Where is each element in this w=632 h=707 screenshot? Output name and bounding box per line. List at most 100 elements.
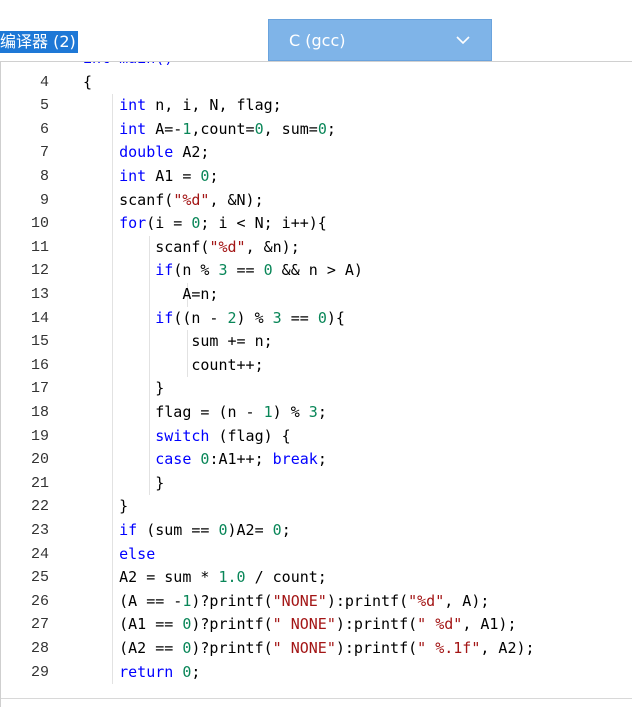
code-text: int n, i, N, flag; xyxy=(83,94,282,118)
compiler-window: 编译器 (2) C (gcc) 3int main()4{5 int n, i,… xyxy=(0,0,632,707)
code-token: :A1++; xyxy=(209,450,273,469)
code-token: A2 = sum * xyxy=(83,568,219,587)
code-line: 27 (A1 == 0)?printf(" NONE"):printf(" %d… xyxy=(1,613,632,637)
line-number: 21 xyxy=(30,474,49,492)
code-token: } xyxy=(83,379,165,398)
line-number: 16 xyxy=(30,356,49,374)
code-token: } xyxy=(83,473,165,492)
code-token: int xyxy=(119,119,147,138)
code-text: for(i = 0; i < N; i++){ xyxy=(83,212,327,236)
code-text: return 0; xyxy=(83,661,200,685)
code-line: 13 A=n; xyxy=(1,283,632,307)
code-line: 19 switch (flag) { xyxy=(1,425,632,449)
code-editor[interactable]: 3int main()4{5 int n, i, N, flag;6 int A… xyxy=(0,61,632,707)
code-token: scanf( xyxy=(83,237,210,256)
code-token: )A2= xyxy=(227,521,273,539)
code-token: ; xyxy=(209,167,219,185)
code-line: 20 case 0:A1++; break; xyxy=(1,448,632,472)
code-token: A=- xyxy=(146,119,183,138)
code-token: 1.0 xyxy=(218,568,246,587)
code-token: { xyxy=(83,72,93,91)
line-number: 25 xyxy=(30,569,49,587)
code-text: sum += n; xyxy=(83,330,272,354)
line-number: 8 xyxy=(39,168,49,185)
line-number: 10 xyxy=(30,215,49,233)
code-token: , A2); xyxy=(480,639,535,657)
code-token: ; xyxy=(281,521,291,539)
code-token: ):printf( xyxy=(335,639,418,657)
line-number: 24 xyxy=(30,545,49,563)
code-text: if((n - 2) % 3 == 0){ xyxy=(83,307,345,331)
code-token: (n % xyxy=(173,261,219,280)
code-token: ) % xyxy=(272,403,309,421)
code-line: 3 int main() xyxy=(1,62,632,71)
code-line: 12 if(n % 3 == 0 && n > A) xyxy=(1,259,632,283)
code-token: " %d" xyxy=(417,615,463,634)
code-token: flag = (n - xyxy=(83,403,264,421)
code-text: if (sum == 0)A2= 0; xyxy=(83,519,291,543)
code-text: (A2 == 0)?printf(" NONE"):printf(" %.1f"… xyxy=(83,637,535,661)
code-token: A=n; xyxy=(83,285,219,303)
code-token: 0 xyxy=(272,521,282,539)
code-token: ; xyxy=(317,403,327,421)
code-token: ; i < N; i++){ xyxy=(200,214,327,233)
line-number: 29 xyxy=(30,663,49,681)
code-token: 0 xyxy=(254,119,264,138)
code-token: switch xyxy=(155,426,210,445)
code-text: (A == -1)?printf("NONE"):printf("%d", A)… xyxy=(83,590,489,614)
code-token: A1 = xyxy=(146,167,201,185)
line-number: 28 xyxy=(30,640,49,657)
code-line: 18 flag = (n - 1) % 3; xyxy=(1,401,632,425)
code-token: int main() xyxy=(83,62,173,67)
code-text: } xyxy=(83,472,164,496)
line-number: 5 xyxy=(39,97,49,115)
line-number: 6 xyxy=(39,120,49,138)
code-token: "NONE" xyxy=(272,591,327,610)
code-token: == xyxy=(281,308,318,327)
compiler-label: 编译器 (2) xyxy=(0,31,78,53)
code-line: 15 sum += n; xyxy=(1,330,632,354)
code-token: case xyxy=(155,450,192,469)
code-line: 11 scanf("%d", &n); xyxy=(1,236,632,260)
code-text: count++; xyxy=(83,354,264,378)
code-token: 3 xyxy=(272,308,282,327)
code-token: ; xyxy=(191,662,201,681)
code-token: ){ xyxy=(326,308,345,327)
code-token: ; xyxy=(326,119,336,138)
code-token: "%d" xyxy=(209,237,246,256)
code-line: 24 else xyxy=(1,543,632,567)
line-number: 26 xyxy=(30,592,49,610)
line-number: 13 xyxy=(30,286,49,303)
code-token: n, i, N, flag; xyxy=(146,96,282,115)
code-text: case 0:A1++; break; xyxy=(83,448,327,472)
code-token: ) % xyxy=(236,308,273,327)
code-token: == xyxy=(227,261,264,280)
code-token: (A1 == xyxy=(83,615,183,634)
code-text: int A1 = 0; xyxy=(83,165,218,189)
code-token: (A2 == xyxy=(83,639,183,657)
code-line: 7 double A2; xyxy=(1,141,632,165)
code-line: 28 (A2 == 0)?printf(" NONE"):printf(" %.… xyxy=(1,637,632,661)
line-number: 9 xyxy=(39,191,49,209)
code-text: else xyxy=(83,543,155,567)
compiler-select[interactable]: C (gcc) xyxy=(268,19,492,61)
code-token: int xyxy=(119,167,147,185)
code-text: int A=-1,count=0, sum=0; xyxy=(83,118,336,142)
code-token: count++; xyxy=(83,355,264,374)
code-token: ; xyxy=(317,450,327,469)
line-number: 7 xyxy=(39,144,49,162)
code-token: , &N); xyxy=(209,190,264,209)
code-token: 0 xyxy=(317,119,327,138)
code-token: for xyxy=(119,214,147,233)
code-text: A2 = sum * 1.0 / count; xyxy=(83,566,327,590)
code-token: } xyxy=(83,497,129,516)
code-line: 14 if((n - 2) % 3 == 0){ xyxy=(1,307,632,331)
code-text: scanf("%d", &N); xyxy=(83,189,264,213)
code-token: (flag) { xyxy=(209,426,291,445)
compiler-select-value: C (gcc) xyxy=(289,31,346,50)
